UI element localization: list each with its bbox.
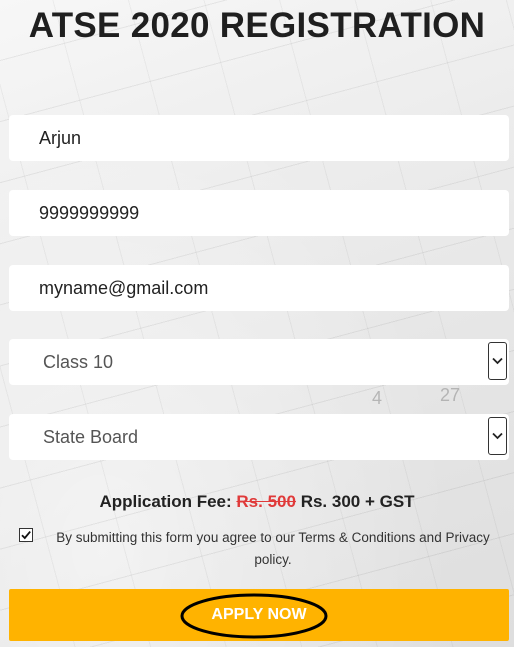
- application-fee: Application Fee: Rs. 500 Rs. 300 + GST: [0, 492, 514, 512]
- background-number: 27: [440, 385, 461, 405]
- page-title: ATSE 2020 REGISTRATION: [28, 6, 486, 45]
- email-input[interactable]: [9, 265, 509, 311]
- class-select-value: Class 10: [43, 352, 114, 372]
- terms-agreement-text: By submitting this form you agree to our…: [56, 530, 490, 567]
- name-field[interactable]: [9, 115, 509, 161]
- fee-old-price: Rs. 500: [236, 492, 296, 511]
- class-select-toggle[interactable]: [488, 342, 507, 380]
- agree-checkbox[interactable]: [19, 528, 33, 542]
- fee-new-price: Rs. 300 + GST: [300, 492, 415, 511]
- apply-now-button[interactable]: APPLY NOW: [9, 589, 509, 641]
- name-input[interactable]: [9, 115, 509, 161]
- highlight-circle-annotation: [180, 593, 328, 639]
- chevron-down-icon: [492, 432, 503, 440]
- background-number: 4: [372, 388, 383, 408]
- board-select-value: State Board: [43, 427, 139, 447]
- phone-field[interactable]: [9, 190, 509, 236]
- phone-input[interactable]: [9, 190, 509, 236]
- email-field[interactable]: [9, 265, 509, 311]
- checkmark-icon: [21, 531, 31, 540]
- chevron-down-icon: [492, 357, 503, 365]
- board-select-toggle[interactable]: [488, 417, 507, 455]
- fee-label: Application Fee:: [99, 492, 232, 511]
- board-select[interactable]: State Board: [9, 414, 509, 460]
- class-select[interactable]: Class 10: [9, 339, 509, 385]
